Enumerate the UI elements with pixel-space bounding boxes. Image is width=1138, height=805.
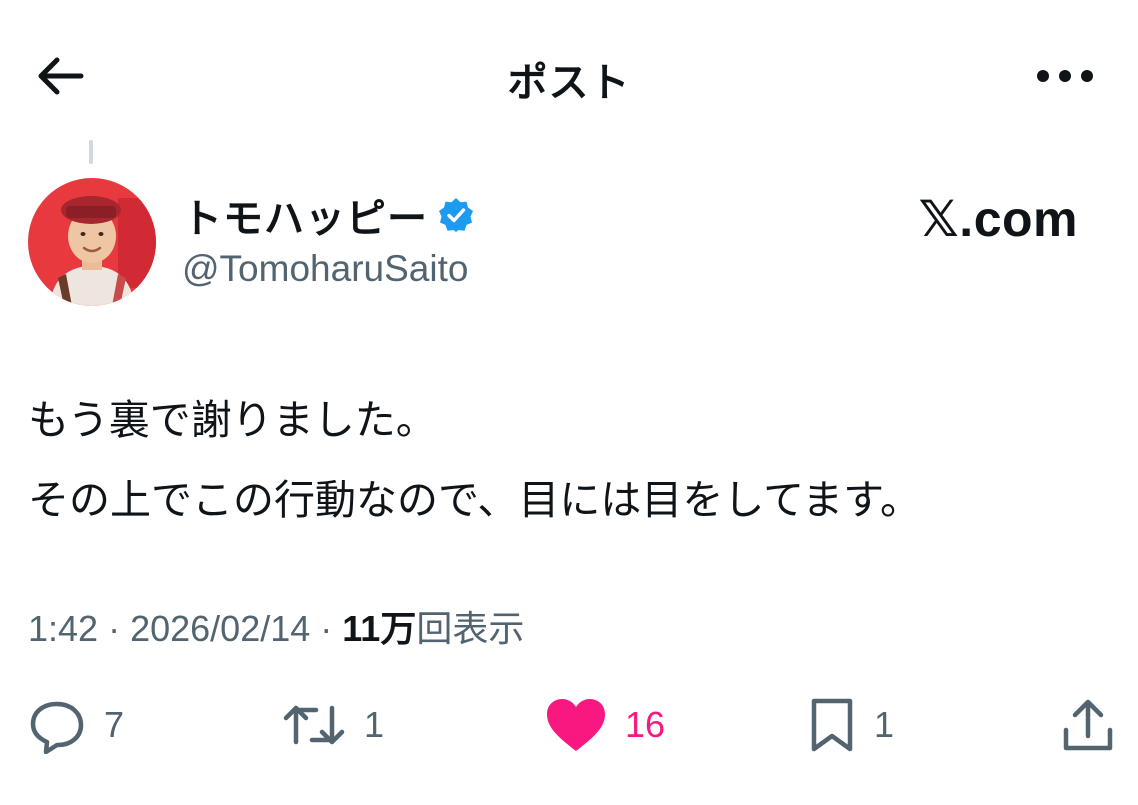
repost-icon — [283, 705, 345, 745]
xcom-watermark: 𝕏.com — [918, 191, 1078, 247]
avatar[interactable] — [28, 178, 156, 306]
user-handle[interactable]: @TomoharuSaito — [182, 248, 474, 290]
reply-count: 7 — [104, 704, 125, 745]
heart-icon — [547, 699, 605, 751]
bookmark-count: 1 — [874, 704, 895, 745]
post-date[interactable]: 2026/02/14 — [130, 608, 310, 649]
top-bar: ポスト — [0, 0, 1138, 150]
meta-separator: · — [98, 608, 131, 649]
verified-badge-icon — [439, 198, 473, 232]
action-bar: 7 1 16 1 — [0, 690, 1138, 760]
author-info: トモハッピー @TomoharuSaito — [182, 188, 474, 290]
post-text-line: もう裏で謝りました。 — [28, 397, 437, 443]
more-button[interactable] — [1030, 58, 1100, 94]
page-title: ポスト — [507, 61, 631, 105]
views-label: 回表示 — [416, 608, 525, 649]
share-button[interactable] — [1060, 690, 1116, 760]
meta-separator: · — [310, 608, 343, 649]
post-meta: 1:42 · 2026/02/14 · 11万回表示 — [28, 600, 524, 652]
reply-button[interactable]: 7 — [28, 690, 124, 760]
post-text-line: その上でこの行動なので、目には目をしてます。 — [28, 477, 921, 523]
name-row: トモハッピー — [182, 188, 474, 242]
post-time[interactable]: 1:42 — [28, 608, 98, 649]
share-icon — [1063, 699, 1113, 751]
like-button[interactable]: 16 — [545, 690, 665, 760]
more-horizontal-icon — [1037, 70, 1093, 82]
views-count[interactable]: 11万 — [342, 608, 416, 649]
repost-count: 1 — [364, 704, 385, 745]
bookmark-icon — [811, 698, 853, 752]
bookmark-button[interactable]: 1 — [808, 690, 894, 760]
repost-button[interactable]: 1 — [282, 690, 384, 760]
reply-icon — [30, 701, 84, 754]
post-body: もう裏で謝りました。 その上でこの行動なので、目には目をしてます。 — [28, 380, 921, 540]
display-name[interactable]: トモハッピー — [182, 186, 428, 244]
thread-connector-line — [89, 140, 93, 164]
like-count: 16 — [625, 704, 666, 745]
